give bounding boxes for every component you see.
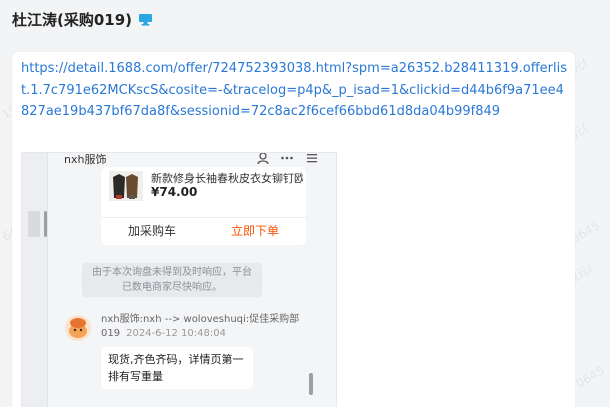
- seller-avatar: [65, 315, 91, 341]
- product-card[interactable]: 新款修身长袖春秋皮衣女铆钉欧美 ¥74.00 加采购车 立即下单: [101, 167, 306, 245]
- buy-now-button[interactable]: 立即下单: [204, 219, 306, 243]
- product-link[interactable]: https://detail.1688.com/offer/7247523930…: [21, 58, 569, 123]
- shop-name: nxh服饰: [64, 153, 107, 166]
- scrollbar[interactable]: [309, 373, 313, 395]
- screenshot-image[interactable]: nxh服饰 新款修身长袖春秋皮衣女铆钉欧美 ¥74.00 加采购车 立即下单 由…: [21, 152, 337, 407]
- message-meta: nxh服饰:nxh --> woloveshuqi:促佳采购部019 2024-6…: [101, 313, 301, 341]
- add-to-cart-button[interactable]: 加采购车: [101, 219, 203, 243]
- product-thumbnail: [109, 171, 143, 201]
- menu-icon: [307, 154, 317, 163]
- shop-topbar: nxh服饰: [48, 153, 336, 167]
- message-bubble: https://detail.1688.com/offer/7247523930…: [12, 52, 575, 407]
- watermark: 0645: [573, 363, 608, 391]
- product-title: 新款修身长袖春秋皮衣女铆钉欧美: [151, 172, 303, 185]
- reply-bubble: 现货,齐色齐码，详情页第一排有写重量: [101, 347, 253, 389]
- scrollbar: [44, 211, 47, 237]
- contact-name: 杜江涛(采购019): [12, 10, 133, 29]
- sidebar-strip: [22, 153, 48, 407]
- divider: [101, 217, 306, 218]
- product-price: ¥74.00: [151, 185, 198, 199]
- message-time: 2024-6-12 10:48:04: [126, 328, 226, 339]
- user-icon: [257, 153, 269, 165]
- system-notice: 由于本次询盘未得到及时响应，平台已数电商家尽快响应。: [82, 263, 262, 297]
- more-icon: [281, 156, 293, 160]
- monitor-icon: [139, 13, 153, 25]
- sidebar-marker: [28, 211, 40, 237]
- chat-header: 杜江涛(采购019): [12, 8, 153, 30]
